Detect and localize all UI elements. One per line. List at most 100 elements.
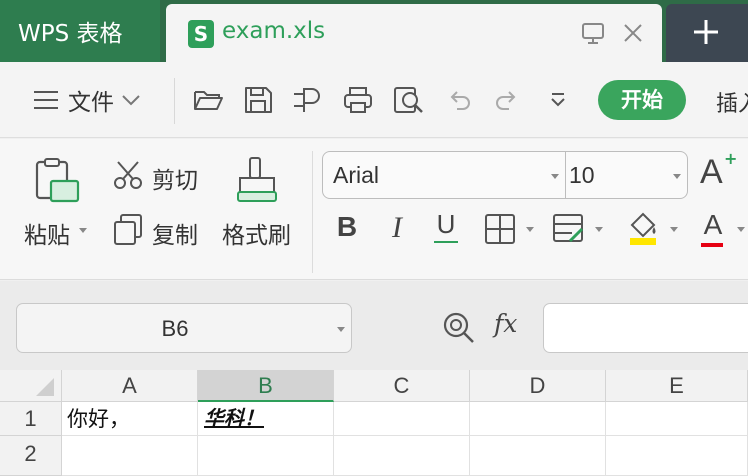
- cell-c2[interactable]: [334, 436, 470, 476]
- printer-icon: [344, 87, 372, 113]
- print-preview-button[interactable]: [392, 82, 426, 118]
- file-menu[interactable]: 文件: [32, 82, 142, 118]
- italic-icon: I: [392, 211, 402, 244]
- cell-a2[interactable]: [62, 436, 198, 476]
- cell-d1[interactable]: [470, 402, 606, 436]
- select-all-corner[interactable]: [0, 370, 62, 402]
- format-painter-label[interactable]: 格式刷: [222, 216, 291, 250]
- plus-icon: +: [724, 149, 738, 168]
- bold-button[interactable]: B: [334, 211, 360, 247]
- fill-color-dropdown-caret[interactable]: [670, 227, 678, 232]
- redo-icon: [496, 91, 516, 110]
- font-color-dropdown-caret[interactable]: [737, 227, 745, 232]
- paint-bucket-icon: [630, 212, 656, 245]
- export-pdf-button[interactable]: [292, 82, 324, 118]
- column-header-b[interactable]: B: [198, 370, 334, 402]
- ribbon-divider: [312, 151, 313, 273]
- window-mode-icon[interactable]: [578, 18, 608, 48]
- borders-dropdown-caret[interactable]: [526, 227, 534, 232]
- fx-icon[interactable]: fx: [494, 309, 517, 338]
- plus-icon: [694, 20, 718, 44]
- cell-style-button[interactable]: [552, 213, 586, 249]
- font-size-field[interactable]: 10: [569, 162, 595, 189]
- column-header-d[interactable]: D: [470, 370, 606, 402]
- cut-button[interactable]: [112, 159, 144, 195]
- tab-insert[interactable]: 插入: [716, 86, 748, 118]
- copy-label[interactable]: 复制: [152, 216, 198, 250]
- zoom-search-icon: [443, 312, 474, 343]
- cell-style-dropdown-caret[interactable]: [595, 227, 603, 232]
- close-tab-icon[interactable]: [618, 18, 648, 48]
- font-name-dropdown-caret[interactable]: [551, 174, 559, 179]
- save-button[interactable]: [242, 82, 274, 118]
- font-color-icon: A: [703, 209, 723, 240]
- cell-b1-text: 华科！: [204, 406, 264, 430]
- file-menu-label: 文件: [68, 90, 114, 116]
- cell-a1[interactable]: 你好，: [62, 402, 198, 436]
- copy-icon: [114, 214, 142, 245]
- paste-label[interactable]: 粘贴: [24, 216, 70, 250]
- column-header-a[interactable]: A: [62, 370, 198, 402]
- document-tab[interactable]: S exam.xls: [166, 4, 662, 62]
- cell-reference: B6: [161, 316, 189, 341]
- cell-e2[interactable]: [606, 436, 748, 476]
- chevron-down-icon: [122, 95, 140, 106]
- borders-button[interactable]: [484, 213, 516, 249]
- quick-access-more-button[interactable]: [546, 82, 570, 118]
- underline-icon: U: [436, 209, 456, 239]
- column-header-c[interactable]: C: [334, 370, 470, 402]
- undo-button[interactable]: [444, 82, 474, 118]
- find-button[interactable]: [442, 311, 476, 349]
- row-header-2[interactable]: 2: [0, 436, 62, 476]
- underline-button[interactable]: U: [432, 209, 460, 249]
- italic-button[interactable]: I: [384, 211, 410, 247]
- format-painter-button[interactable]: [234, 155, 280, 209]
- hamburger-menu-icon: [34, 91, 58, 109]
- new-tab-button[interactable]: [666, 4, 748, 62]
- toolbar-divider: [174, 78, 175, 124]
- tab-start[interactable]: 开始: [598, 80, 686, 120]
- cell-e1[interactable]: [606, 402, 748, 436]
- scissors-icon: [114, 161, 142, 189]
- formula-input[interactable]: [543, 303, 748, 353]
- title-bar: WPS 表格 S exam.xls: [0, 0, 748, 62]
- name-box[interactable]: B6: [16, 303, 352, 353]
- underline-bar: [434, 241, 458, 243]
- cell-c1[interactable]: [334, 402, 470, 436]
- row-header-1[interactable]: 1: [0, 402, 62, 436]
- cell-b1[interactable]: 华科！: [198, 402, 334, 436]
- borders-icon: [485, 214, 515, 244]
- formula-bar: B6 fx: [0, 281, 748, 370]
- cut-label[interactable]: 剪切: [152, 161, 198, 195]
- cell-d2[interactable]: [470, 436, 606, 476]
- document-tab-label: exam.xls: [222, 18, 326, 44]
- cell-b2[interactable]: [198, 436, 334, 476]
- grow-font-button[interactable]: A +: [700, 149, 737, 192]
- export-icon: [294, 88, 320, 112]
- copy-button[interactable]: [112, 213, 144, 251]
- column-header-e[interactable]: E: [606, 370, 748, 402]
- font-size-dropdown-caret[interactable]: [673, 174, 681, 179]
- font-name-field[interactable]: Arial: [333, 162, 379, 189]
- spreadsheet-grid: A B C D E 1 2 你好， 华科！: [0, 370, 748, 476]
- open-button[interactable]: [192, 82, 224, 118]
- name-box-dropdown-caret[interactable]: [337, 327, 345, 332]
- font-color-swatch: [701, 243, 723, 247]
- print-button[interactable]: [342, 82, 374, 118]
- spreadsheet-file-icon: S: [188, 20, 214, 48]
- app-tab[interactable]: WPS 表格: [0, 0, 160, 62]
- font-box-divider: [565, 152, 566, 198]
- menu-bar: 文件 开始 插入: [0, 62, 748, 138]
- fill-color-button[interactable]: [626, 211, 660, 251]
- paste-icon: [35, 158, 80, 203]
- redo-button[interactable]: [492, 82, 522, 118]
- format-painter-icon: [237, 157, 277, 202]
- paste-dropdown-caret[interactable]: [79, 228, 87, 233]
- ribbon: 粘贴 剪切 复制 格式刷 Arial 10 A + B I U A: [0, 139, 748, 280]
- font-color-button[interactable]: A: [700, 209, 726, 249]
- undo-icon: [450, 91, 470, 110]
- paste-button[interactable]: [34, 157, 82, 209]
- folder-open-icon: [194, 91, 223, 110]
- cell-style-icon: [553, 214, 584, 243]
- print-preview-icon: [394, 87, 423, 113]
